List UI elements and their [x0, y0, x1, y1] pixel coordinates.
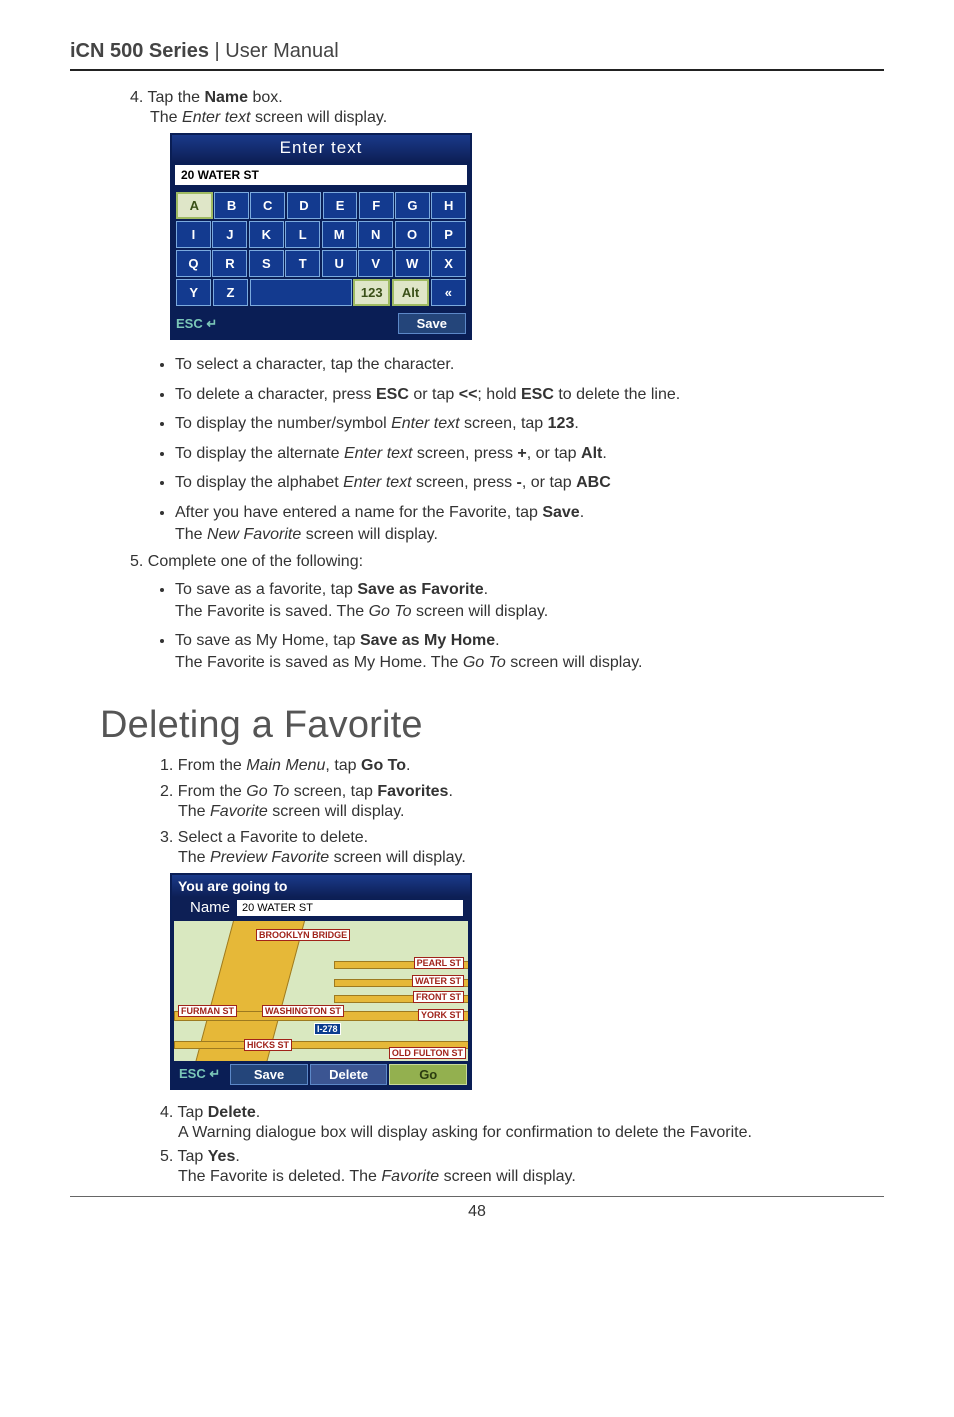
- key-d[interactable]: D: [287, 192, 322, 219]
- key-a[interactable]: A: [176, 192, 213, 219]
- page-header: iCN 500 Series | User Manual: [70, 40, 884, 69]
- kbd-rows: A B C D E F G H I J K L M N O P Q R: [172, 188, 470, 310]
- key-z[interactable]: Z: [213, 279, 248, 306]
- key-x[interactable]: X: [431, 250, 466, 277]
- product-name: iCN 500 Series: [70, 40, 209, 62]
- key-l[interactable]: L: [285, 221, 320, 248]
- bullet-2: To delete a character, press ESC or tap …: [175, 384, 884, 406]
- key-o[interactable]: O: [395, 221, 430, 248]
- del-step-4: 4. Tap Delete.: [160, 1104, 884, 1122]
- map-label-york: YORK ST: [418, 1009, 464, 1021]
- key-u[interactable]: U: [322, 250, 357, 277]
- bullet-3: To display the number/symbol Enter text …: [175, 413, 884, 435]
- key-h[interactable]: H: [431, 192, 466, 219]
- map-label-hicks: HICKS ST: [244, 1039, 292, 1051]
- preview-save-button[interactable]: Save: [230, 1064, 308, 1085]
- key-c[interactable]: C: [250, 192, 285, 219]
- key-k[interactable]: K: [249, 221, 284, 248]
- map-label-front: FRONT ST: [413, 991, 464, 1003]
- key-g[interactable]: G: [395, 192, 430, 219]
- map-label-i278: I-278: [314, 1023, 341, 1035]
- key-f[interactable]: F: [359, 192, 394, 219]
- key-q[interactable]: Q: [176, 250, 211, 277]
- preview-map[interactable]: BROOKLYN BRIDGE PEARL ST WATER ST FRONT …: [174, 921, 468, 1061]
- map-label-furman: FURMAN ST: [178, 1005, 237, 1017]
- del-step-5: 5. Tap Yes.: [160, 1148, 884, 1166]
- map-label-oldfulton: OLD FULTON ST: [389, 1047, 466, 1059]
- key-j[interactable]: J: [212, 221, 247, 248]
- key-r[interactable]: R: [212, 250, 247, 277]
- preview-name-field[interactable]: 20 WATER ST: [236, 899, 464, 917]
- bullet-4: To display the alternate Enter text scre…: [175, 443, 884, 465]
- key-i[interactable]: I: [176, 221, 211, 248]
- enter-text-screenshot: Enter text 20 WATER ST A B C D E F G H I…: [170, 133, 472, 340]
- step5-bullet-2: To save as My Home, tap Save as My Home.…: [175, 630, 884, 673]
- preview-delete-button[interactable]: Delete: [310, 1064, 388, 1085]
- key-m[interactable]: M: [322, 221, 357, 248]
- step-4-sub: The Enter text screen will display.: [150, 109, 884, 127]
- map-label-brooklyn: BROOKLYN BRIDGE: [256, 929, 350, 941]
- kbd-save-button[interactable]: Save: [398, 313, 466, 334]
- bullet-6: After you have entered a name for the Fa…: [175, 502, 884, 545]
- kbd-title: Enter text: [172, 135, 470, 162]
- key-alt[interactable]: Alt: [392, 279, 429, 306]
- del-step-2: 2. From the Go To screen, tap Favorites.: [160, 783, 884, 801]
- step5-bullet-1: To save as a favorite, tap Save as Favor…: [175, 579, 884, 622]
- key-123[interactable]: 123: [353, 279, 390, 306]
- doc-title: User Manual: [225, 40, 338, 62]
- map-label-water: WATER ST: [412, 975, 464, 987]
- key-w[interactable]: W: [395, 250, 430, 277]
- key-space[interactable]: [250, 279, 352, 306]
- bullet-5: To display the alphabet Enter text scree…: [175, 472, 884, 494]
- step5-bullets: To save as a favorite, tap Save as Favor…: [175, 579, 884, 673]
- del-step-1: 1. From the Main Menu, tap Go To.: [160, 757, 884, 775]
- step-5: 5. Complete one of the following:: [130, 553, 884, 571]
- header-rule: [70, 69, 884, 71]
- key-b[interactable]: B: [214, 192, 249, 219]
- preview-favorite-screenshot: You are going to Name 20 WATER ST BROOKL…: [170, 873, 472, 1090]
- step-4: 4. Tap the Name box.: [130, 89, 884, 107]
- key-backspace[interactable]: «: [431, 279, 466, 306]
- preview-title: You are going to: [172, 875, 470, 897]
- preview-esc-button[interactable]: ESC ↵: [175, 1066, 228, 1082]
- del-step-5-sub: The Favorite is deleted. The Favorite sc…: [178, 1168, 884, 1186]
- bullet-1: To select a character, tap the character…: [175, 354, 884, 376]
- preview-go-button[interactable]: Go: [389, 1064, 467, 1085]
- key-s[interactable]: S: [249, 250, 284, 277]
- key-n[interactable]: N: [358, 221, 393, 248]
- section-deleting-favorite: Deleting a Favorite: [100, 704, 884, 747]
- kbd-entry-field[interactable]: 20 WATER ST: [174, 164, 468, 186]
- del-step-3-sub: The Preview Favorite screen will display…: [178, 849, 884, 867]
- key-y[interactable]: Y: [176, 279, 211, 306]
- step4-bullets: To select a character, tap the character…: [175, 354, 884, 545]
- key-v[interactable]: V: [358, 250, 393, 277]
- del-step-3: 3. Select a Favorite to delete.: [160, 829, 884, 847]
- map-label-washington: WASHINGTON ST: [262, 1005, 344, 1017]
- map-label-pearl: PEARL ST: [414, 957, 464, 969]
- key-p[interactable]: P: [431, 221, 466, 248]
- preview-name-label: Name: [190, 899, 230, 916]
- del-step-4-sub: A Warning dialogue box will display aski…: [178, 1124, 884, 1142]
- kbd-esc-button[interactable]: ESC ↵: [176, 316, 217, 332]
- key-e[interactable]: E: [323, 192, 358, 219]
- del-step-2-sub: The Favorite screen will display.: [178, 803, 884, 821]
- key-t[interactable]: T: [285, 250, 320, 277]
- page-number: 48: [70, 1196, 884, 1221]
